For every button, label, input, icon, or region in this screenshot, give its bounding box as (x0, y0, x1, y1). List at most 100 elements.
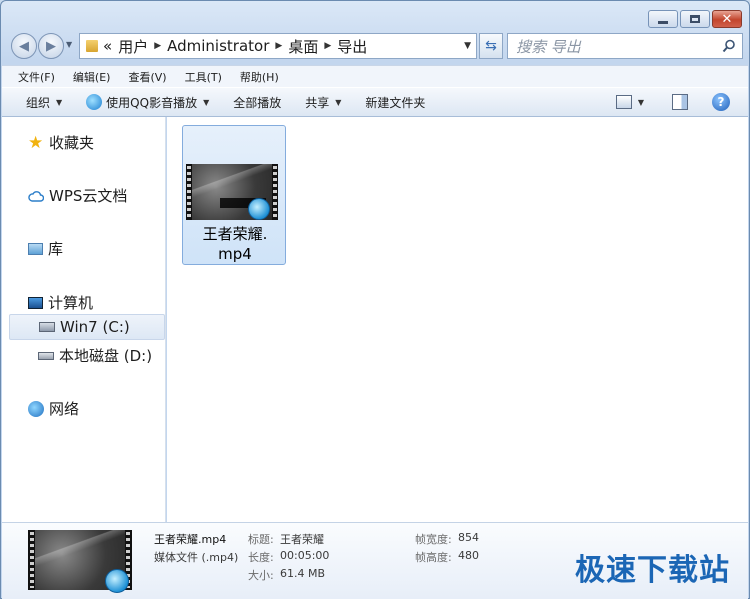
close-button[interactable]: ✕ (712, 10, 742, 28)
close-icon: ✕ (721, 11, 733, 27)
help-icon[interactable]: ? (712, 93, 730, 111)
video-thumbnail (186, 164, 278, 220)
refresh-button[interactable]: ⇆ (479, 33, 503, 59)
details-frame-height-label: 帧高度: (415, 551, 452, 564)
share-button[interactable]: 共享 ▼ (305, 94, 341, 111)
details-filename: 王者荣耀.mp4 (154, 533, 227, 546)
details-length-value: 00:05:00 (280, 549, 330, 562)
file-item-video[interactable]: 王者荣耀. mp4 (182, 125, 286, 265)
details-filetype: 媒体文件 (.mp4) (154, 551, 239, 564)
menu-edit[interactable]: 编辑(E) (73, 69, 111, 85)
nav-wps-cloud-label: WPS云文档 (49, 187, 128, 205)
qq-player-icon (86, 94, 103, 110)
disk-drive-icon (38, 351, 54, 360)
file-name: 王者荣耀. mp4 (183, 224, 287, 264)
play-all-button[interactable]: 全部播放 (233, 94, 281, 111)
film-sprockets (273, 166, 277, 218)
forward-arrow-icon: ▶ (46, 38, 56, 54)
cloud-icon (28, 190, 44, 202)
breadcrumb-desktop[interactable]: 桌面 (288, 36, 318, 57)
file-name-line: mp4 (218, 245, 252, 263)
breadcrumb-separator-icon[interactable]: ▶ (154, 41, 161, 51)
details-size-value: 61.4 MB (280, 567, 326, 580)
menu-help[interactable]: 帮助(H) (240, 69, 279, 85)
system-drive-icon (39, 322, 55, 332)
nav-network[interactable]: 网络 (28, 398, 79, 419)
share-label: 共享 (305, 95, 330, 110)
nav-wps-cloud[interactable]: WPS云文档 (28, 185, 127, 206)
minimize-icon (658, 20, 668, 24)
menu-view[interactable]: 查看(V) (128, 69, 166, 85)
refresh-icon: ⇆ (485, 38, 497, 54)
menu-tools[interactable]: 工具(T) (185, 69, 222, 85)
organize-button[interactable]: 组织 ▼ (26, 94, 62, 111)
address-bar[interactable]: « 用户 ▶ Administrator ▶ 桌面 ▶ 导出 ▼ (79, 33, 477, 59)
breadcrumb-users[interactable]: 用户 (118, 36, 148, 57)
play-with-qq-label: 使用QQ影音播放 (106, 95, 198, 110)
command-bar: 组织 ▼ 使用QQ影音播放 ▼ 全部播放 共享 ▼ 新建文件夹 ▼ ? (2, 87, 748, 117)
nav-favorites[interactable]: ★ 收藏夹 (28, 132, 94, 153)
nav-libraries[interactable]: 库 (28, 238, 63, 259)
details-title-value[interactable]: 王者荣耀 (280, 531, 324, 547)
recent-pages-dropdown[interactable]: ▼ (66, 40, 72, 49)
details-frame-width-label: 帧宽度: (415, 533, 452, 546)
maximize-icon (690, 15, 700, 23)
nav-computer[interactable]: 计算机 (28, 292, 93, 313)
chevron-down-icon: ▼ (56, 97, 63, 107)
breadcrumb-separator-icon[interactable]: ▶ (275, 41, 282, 51)
library-icon (28, 242, 43, 255)
watermark-logo: 极速下载站 (575, 553, 730, 588)
play-all-label: 全部播放 (233, 95, 282, 110)
nav-drive-c[interactable]: Win7 (C:) (9, 314, 165, 340)
breadcrumb-administrator[interactable]: Administrator (167, 37, 269, 55)
details-length-label: 长度: (248, 551, 274, 564)
details-frame-width-value: 854 (458, 531, 479, 544)
media-player-badge-icon (248, 198, 270, 220)
search-placeholder: 搜索 导出 (516, 37, 581, 56)
toolbar-right-controls: ▼ ? (615, 93, 730, 111)
details-frame-height-value: 480 (458, 549, 479, 562)
breadcrumb-separator-icon[interactable]: ▶ (324, 41, 331, 51)
film-sprockets (30, 532, 34, 588)
forward-button[interactable]: ▶ (38, 33, 64, 59)
media-player-badge-icon (105, 569, 129, 593)
nav-computer-label: 计算机 (48, 294, 94, 312)
file-name-line: 王者荣耀. (202, 225, 268, 243)
nav-network-label: 网络 (49, 400, 80, 418)
preview-pane-icon[interactable] (672, 94, 688, 110)
organize-label: 组织 (26, 95, 51, 110)
nav-favorites-label: 收藏夹 (49, 134, 95, 152)
caption-buttons: ✕ (646, 10, 742, 28)
details-title-label: 标题: (248, 533, 274, 546)
new-folder-label: 新建文件夹 (365, 95, 426, 110)
view-options-dropdown[interactable]: ▼ (638, 98, 644, 107)
nav-libraries-label: 库 (48, 240, 64, 258)
film-sprockets (187, 166, 191, 218)
details-thumbnail (28, 530, 132, 593)
chevron-down-icon: ▼ (335, 97, 342, 107)
back-button[interactable]: ◀ (11, 33, 37, 59)
nav-drive-c-label: Win7 (C:) (60, 318, 130, 336)
breadcrumb-export[interactable]: 导出 (337, 36, 367, 57)
menu-file[interactable]: 文件(F) (18, 69, 55, 85)
computer-icon (28, 296, 43, 309)
details-size-label: 大小: (248, 569, 274, 582)
network-icon (28, 400, 44, 417)
breadcrumb-overflow[interactable]: « (103, 37, 112, 55)
navigation-pane: ★ 收藏夹 WPS云文档 库 计算机 Win7 (C:) 本地磁盘 (D:) 网 (2, 117, 166, 522)
maximize-button[interactable] (680, 10, 710, 28)
menu-bar: 文件(F) 编辑(E) 查看(V) 工具(T) 帮助(H) (2, 65, 748, 87)
address-dropdown-icon[interactable]: ▼ (464, 41, 471, 51)
file-list: 王者荣耀. mp4 (167, 117, 748, 522)
navigation-bar: ◀ ▶ ▼ « 用户 ▶ Administrator ▶ 桌面 ▶ 导出 ▼ ⇆… (9, 31, 743, 61)
nav-drive-d[interactable]: 本地磁盘 (D:) (38, 345, 152, 366)
change-view-icon[interactable] (615, 95, 632, 109)
new-folder-button[interactable]: 新建文件夹 (365, 94, 425, 111)
details-pane: 王者荣耀.mp4 媒体文件 (.mp4) 标题: 王者荣耀 长度: 00:05:… (2, 522, 748, 599)
search-input[interactable]: 搜索 导出 (507, 33, 743, 59)
search-icon[interactable] (722, 39, 736, 53)
star-icon: ★ (28, 132, 44, 153)
minimize-button[interactable] (648, 10, 678, 28)
back-arrow-icon: ◀ (19, 38, 29, 54)
play-with-qq-button[interactable]: 使用QQ影音播放 ▼ (86, 94, 209, 111)
